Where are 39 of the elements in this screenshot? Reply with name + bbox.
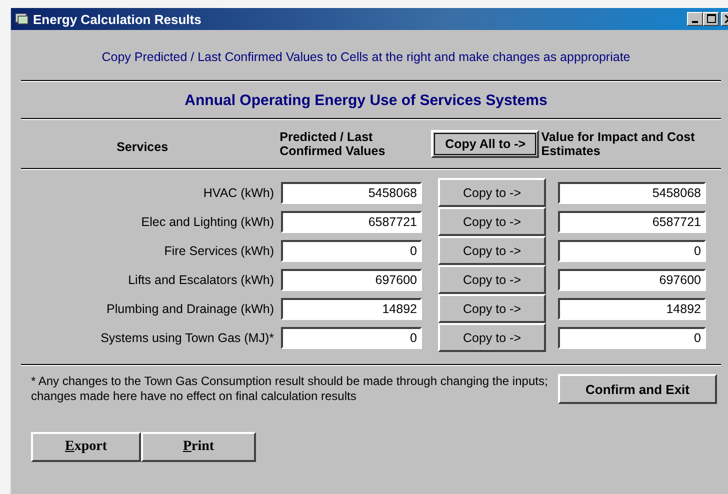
window-title: Energy Calculation Results (33, 12, 202, 26)
copy-button[interactable]: Copy to -> (438, 294, 546, 323)
predicted-value-field[interactable]: 14892 (281, 298, 422, 320)
maximize-icon (706, 14, 716, 23)
column-header: Predicted / Last Confirmed Values (280, 130, 386, 158)
service-label: Elec and Lighting (kWh) (140, 214, 274, 228)
confirm-exit-button[interactable]: Confirm and Exit (558, 374, 717, 404)
footnote-text: * Any changes to the Town Gas Consumption result should be made through changing the inputs; changes made here have no effect on final calculation results (31, 374, 549, 404)
copy-button[interactable]: Copy to -> (438, 178, 546, 207)
copy-button[interactable]: Copy to -> (438, 207, 546, 236)
predicted-value-field[interactable]: 697600 (281, 268, 422, 290)
instruction-text: Copy Predicted / Last Confirmed Values to Cells at the right and make changes as apppropriate (100, 50, 632, 66)
copy-button[interactable]: Copy to -> (438, 265, 546, 294)
window-icon (15, 13, 29, 25)
estimate-value-field[interactable]: 6587721 (558, 210, 706, 232)
service-label: HVAC (kWh) (202, 186, 274, 200)
service-label: Fire Services (kWh) (163, 244, 274, 258)
section-heading: Annual Operating Energy Use of Services Systems (184, 91, 548, 111)
estimate-value-field[interactable]: 0 (558, 326, 706, 348)
column-header: Value for Impact and Cost Estimates (541, 130, 696, 158)
service-label: Plumbing and Drainage (kWh) (106, 302, 274, 316)
copy-button[interactable]: Copy to -> (438, 236, 546, 265)
maximize-button[interactable] (703, 12, 719, 26)
estimate-value-field[interactable]: 0 (558, 240, 706, 262)
predicted-value-field[interactable]: 0 (281, 240, 422, 262)
column-header: Services (116, 140, 170, 154)
service-label: Lifts and Escalators (kWh) (127, 272, 274, 286)
action-button[interactable]: Print (141, 432, 256, 462)
estimate-value-field[interactable]: 697600 (558, 268, 706, 290)
copy-button[interactable]: Copy to -> (438, 323, 546, 352)
action-button[interactable]: Export (31, 432, 141, 462)
estimate-value-field[interactable]: 14892 (558, 298, 706, 320)
predicted-value-field[interactable]: 6587721 (281, 210, 422, 232)
estimate-value-field[interactable]: 5458068 (558, 182, 706, 204)
copy-all-button[interactable]: Copy All to -> (431, 130, 540, 158)
minimize-button[interactable] (687, 12, 703, 26)
predicted-value-field[interactable]: 5458068 (281, 182, 422, 204)
predicted-value-field[interactable]: 0 (281, 326, 422, 348)
service-label: Systems using Town Gas (MJ)* (100, 330, 274, 344)
